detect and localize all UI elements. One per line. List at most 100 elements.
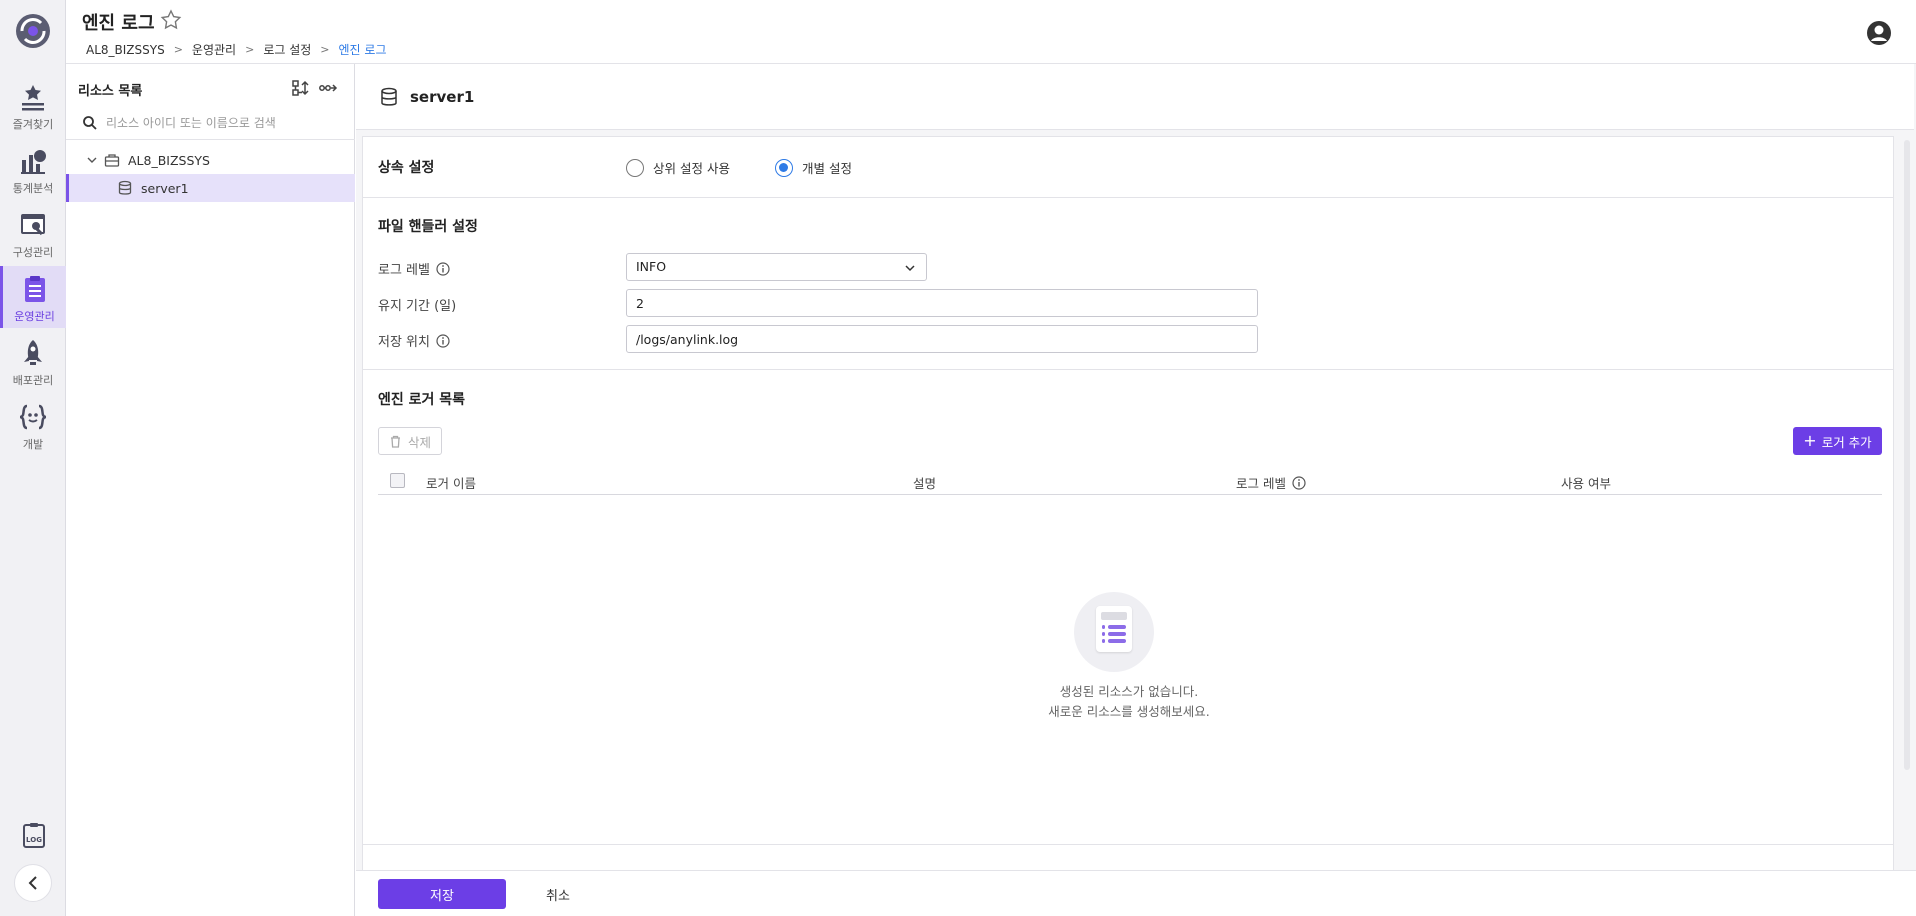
rail-label: 구성관리: [12, 246, 54, 259]
code-braces-icon: [19, 404, 47, 430]
main-scrollbar[interactable]: [1904, 140, 1910, 770]
tree-collapse-icon[interactable]: [318, 78, 338, 98]
document-illustration: [1096, 606, 1132, 652]
radio-label: 상위 설정 사용: [653, 161, 730, 176]
chevron-down-icon[interactable]: [86, 154, 98, 166]
database-icon: [118, 180, 132, 195]
tree-node-server[interactable]: server1: [66, 174, 355, 202]
empty-state-message: 생성된 리소스가 없습니다. 새로운 리소스를 생성해보세요.: [363, 682, 1893, 722]
tree-node-label: AL8_BIZSSYS: [128, 152, 210, 168]
plus-icon: +: [1803, 431, 1817, 450]
delete-button[interactable]: 삭제: [378, 427, 442, 455]
location-input[interactable]: [626, 325, 1258, 353]
radio-circle-selected[interactable]: [775, 158, 793, 177]
clipboard-list-icon: [24, 276, 45, 302]
svg-text:LOG: LOG: [26, 836, 42, 844]
cancel-button[interactable]: 취소: [528, 879, 588, 909]
resource-search-input[interactable]: [106, 112, 346, 134]
rocket-icon: [24, 340, 42, 365]
log-viewer-icon[interactable]: LOG: [22, 822, 46, 848]
user-account-icon[interactable]: [1866, 20, 1892, 46]
document-header-bar: [1101, 612, 1127, 620]
field-label-text: 로그 레벨: [378, 263, 430, 278]
divider: [363, 197, 1893, 198]
logger-list-title: 엔진 로거 목록: [378, 392, 466, 408]
column-header-description[interactable]: 설명: [913, 473, 936, 492]
save-button[interactable]: 저장: [378, 879, 506, 909]
add-logger-label: 로거 추가: [1821, 434, 1872, 450]
select-all-checkbox[interactable]: [390, 473, 405, 488]
info-icon[interactable]: [436, 333, 450, 348]
trash-icon: [390, 435, 400, 448]
log-level-label: 로그 레벨: [378, 259, 450, 278]
collapse-rail-button[interactable]: [14, 864, 52, 902]
list-line: [1108, 632, 1126, 636]
delete-label: 삭제: [407, 434, 431, 450]
location-label: 저장 위치: [378, 331, 450, 350]
breadcrumb-separator: >: [245, 43, 255, 56]
list-bullet: [1102, 625, 1105, 629]
file-handler-title: 파일 핸들러 설정: [378, 219, 478, 235]
breadcrumb: AL8_BIZSSYS > 운영관리 > 로그 설정 > 엔진 로그: [86, 41, 387, 58]
list-line: [1108, 625, 1126, 629]
column-header-name[interactable]: 로거 이름: [426, 473, 476, 492]
info-icon[interactable]: [1292, 475, 1306, 490]
retention-input[interactable]: [626, 289, 1258, 317]
divider: [363, 844, 1893, 845]
rail-item-statistics[interactable]: 통계분석: [0, 138, 66, 200]
radio-label: 개별 설정: [802, 161, 852, 176]
info-icon[interactable]: [436, 261, 450, 276]
server-group-icon: [104, 154, 120, 167]
list-bullet: [1102, 632, 1105, 636]
empty-line-1: 생성된 리소스가 없습니다.: [1059, 684, 1199, 699]
resource-name: server1: [410, 88, 475, 106]
chevron-left-icon: [28, 876, 37, 890]
radio-circle[interactable]: [626, 158, 644, 177]
breadcrumb-current: 엔진 로그: [338, 43, 387, 57]
chart-icon: [21, 150, 46, 174]
rail-item-deploy[interactable]: 배포관리: [0, 330, 66, 392]
list-line: [1108, 639, 1126, 643]
column-header-log-level[interactable]: 로그 레벨: [1236, 473, 1306, 492]
column-header-enabled[interactable]: 사용 여부: [1561, 473, 1611, 492]
page-title: 엔진 로그: [82, 13, 155, 34]
rail-label: 즐겨찾기: [12, 118, 54, 131]
favorite-star-icon[interactable]: [160, 9, 182, 31]
column-header-text: 로그 레벨: [1236, 476, 1286, 491]
tree-node-group[interactable]: AL8_BIZSSYS: [66, 146, 355, 174]
empty-line-2: 새로운 리소스를 생성해보세요.: [1048, 704, 1210, 719]
log-level-select[interactable]: INFO: [626, 253, 927, 281]
list-bullet: [1102, 639, 1105, 643]
divider: [363, 369, 1893, 370]
tree-node-label: server1: [141, 180, 189, 196]
resource-header: server1: [356, 64, 1914, 130]
rail-item-config[interactable]: 구성관리: [0, 202, 66, 264]
database-icon: [381, 87, 397, 106]
field-label-text: 저장 위치: [378, 335, 430, 350]
add-logger-button[interactable]: + 로거 추가: [1793, 427, 1882, 455]
breadcrumb-item[interactable]: AL8_BIZSSYS: [86, 43, 165, 57]
breadcrumb-item[interactable]: 운영관리: [192, 41, 236, 58]
retention-label: 유지 기간 (일): [378, 295, 456, 314]
app-logo-icon[interactable]: [14, 12, 52, 50]
resource-panel-title: 리소스 목록: [78, 84, 143, 99]
rail-label: 통계분석: [12, 182, 54, 195]
rail-label: 배포관리: [12, 374, 54, 387]
resource-panel: 리소스 목록 AL8_BIZSSYS server1: [66, 64, 355, 916]
left-nav-rail: 즐겨찾기 통계분석 구성관리 운영관리 배포관리 개발 LOG: [0, 0, 66, 916]
breadcrumb-item[interactable]: 로그 설정: [263, 41, 311, 58]
breadcrumb-separator: >: [320, 43, 330, 56]
config-window-icon: [21, 214, 45, 236]
breadcrumb-separator: >: [173, 43, 183, 56]
rail-item-favorites[interactable]: 즐겨찾기: [0, 74, 66, 136]
rail-item-develop[interactable]: 개발: [0, 394, 66, 456]
radio-individual[interactable]: 개별 설정: [775, 158, 852, 177]
logger-table-header: 로거 이름 설명 로그 레벨 사용 여부: [378, 467, 1882, 495]
empty-document-icon: [1074, 592, 1154, 672]
settings-card: 상속 설정 상위 설정 사용 개별 설정 파일 핸들러 설정 로그 레벨 INF…: [362, 136, 1894, 916]
rail-item-operations[interactable]: 운영관리: [0, 266, 66, 328]
main-content: server1 상속 설정 상위 설정 사용 개별 설정 파일 핸들러 설정 로…: [356, 64, 1916, 916]
tree-expand-icon[interactable]: [291, 78, 311, 98]
footer-bar: 저장 취소: [356, 870, 1916, 916]
radio-use-parent[interactable]: 상위 설정 사용: [626, 158, 730, 177]
